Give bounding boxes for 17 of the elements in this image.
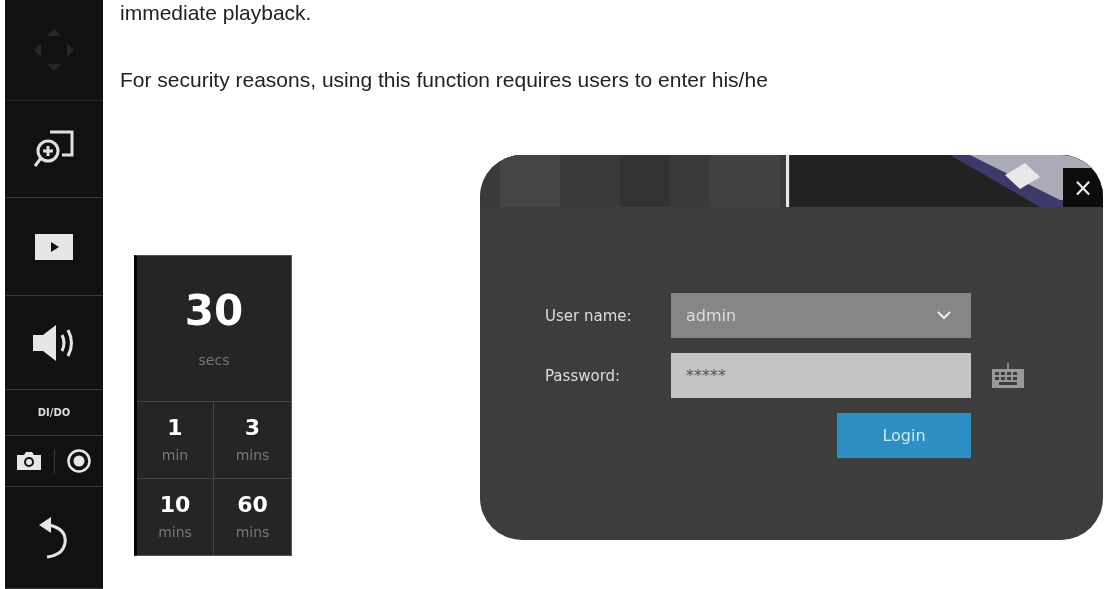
chevron-down-icon (937, 311, 951, 320)
paragraph: immediate playback. (120, 0, 313, 26)
field-label: User name: (545, 306, 633, 325)
record-icon[interactable] (66, 449, 91, 474)
camera-icon[interactable] (17, 452, 42, 471)
field-label: Password: (545, 366, 622, 385)
duration-option[interactable]: 30 secs (137, 256, 291, 402)
play-icon[interactable] (35, 233, 73, 260)
password-field[interactable]: ***** (671, 353, 971, 398)
paragraph: For security reasons, using this function requires users to enter his/he (120, 67, 769, 93)
keyboard-icon[interactable] (991, 362, 1025, 389)
close-button[interactable]: × (1063, 168, 1103, 207)
duration-option[interactable]: 60 mins (214, 479, 291, 555)
duration-option[interactable]: 1 min (137, 402, 214, 479)
dido-button[interactable]: DI/DO (37, 407, 71, 418)
duration-option[interactable]: 10 mins (137, 479, 214, 555)
duration-option[interactable]: 3 mins (214, 402, 291, 479)
